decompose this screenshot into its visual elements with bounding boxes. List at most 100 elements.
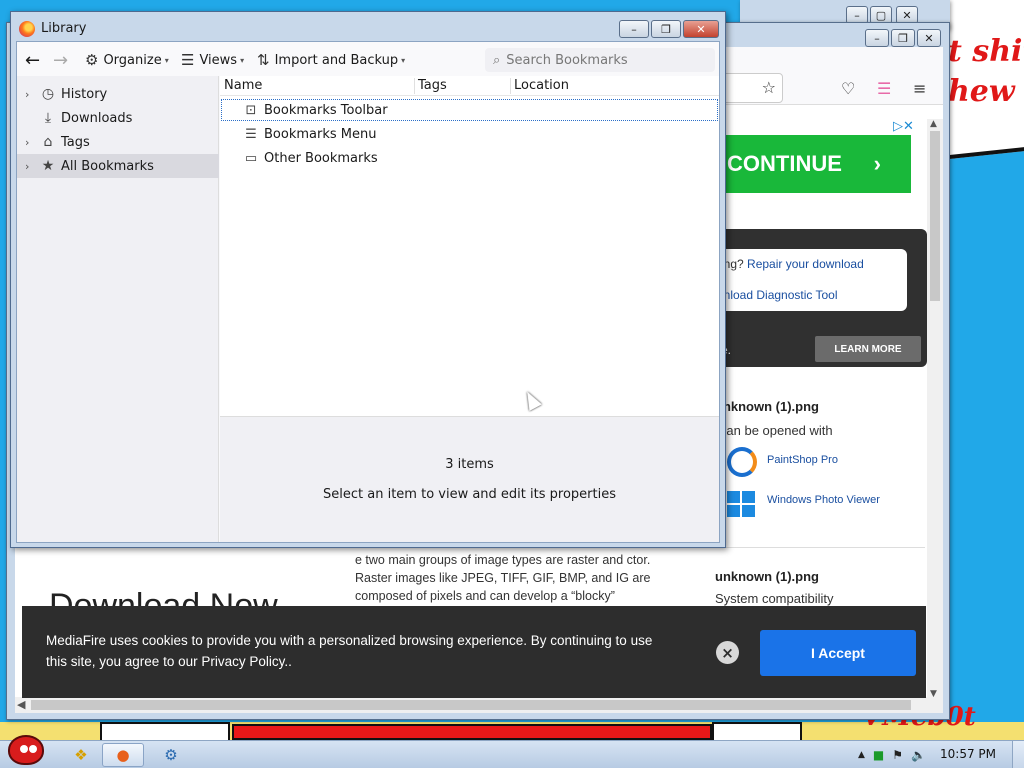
sidebar-item-all-bookmarks[interactable]: › ★ All Bookmarks [17, 154, 219, 178]
sidebar-item-label: Downloads [61, 110, 133, 126]
tree-row-other-bookmarks[interactable]: ▭ Other Bookmarks [220, 146, 719, 170]
chevron-right-icon[interactable]: › [25, 160, 39, 173]
wallpaper-text-line1: t shit [948, 34, 1024, 69]
back-button[interactable]: ← [25, 49, 40, 71]
folder-icon: ▭ [244, 150, 258, 166]
tag-icon: ⌂ [43, 134, 53, 150]
arrow-left-icon: ← [25, 49, 41, 71]
sidebar-item-history[interactable]: › ◷ History [17, 82, 219, 106]
ad-line-1: king? Repair your download [715, 257, 864, 271]
system-compatibility-label: System compatibility [715, 591, 834, 606]
clock[interactable]: 10:57 PM [940, 747, 996, 761]
article-text: e two main groups of image types are ras… [355, 553, 651, 603]
learn-more-button[interactable]: LEARN MORE [815, 336, 921, 362]
window-title: Library [41, 21, 87, 36]
tree-row-bookmarks-menu[interactable]: ☰ Bookmarks Menu [220, 122, 719, 146]
sidebar-item-tags[interactable]: › ⌂ Tags [17, 130, 219, 154]
show-desktop-button[interactable] [1012, 741, 1024, 768]
star-icon: ★ [41, 158, 55, 174]
accept-button[interactable]: I Accept [760, 630, 916, 676]
app-icon: ⚙ [164, 746, 178, 764]
extension-icon[interactable]: ☰ [877, 79, 891, 98]
import-backup-menu[interactable]: ⇅ Import and Backup ▾ [257, 49, 405, 71]
horizontal-scrollbar[interactable]: ◀ [15, 697, 943, 713]
repair-download-link[interactable]: Repair your download [747, 257, 864, 271]
tree-row-bookmarks-toolbar[interactable]: ⊡ Bookmarks Toolbar [220, 98, 719, 122]
action-center-icon[interactable]: ⚑ [892, 748, 903, 762]
windows-photo-viewer-icon [727, 491, 755, 517]
row-label: Bookmarks Menu [264, 126, 377, 142]
chevron-right-icon[interactable]: › [25, 136, 39, 149]
chevron-right-icon[interactable]: › [25, 88, 39, 101]
continue-ad-button[interactable]: CONTINUE › [715, 135, 911, 193]
diagnostic-tool-link[interactable]: wnload Diagnostic Tool [715, 288, 838, 302]
folder-icon: ❖ [74, 746, 88, 764]
column-name[interactable]: Name [224, 78, 262, 93]
restore-button[interactable]: ❐ [891, 29, 915, 47]
list-icon: ☰ [181, 51, 195, 69]
adchoices-icon[interactable]: ▷✕ [893, 119, 914, 134]
menu-icon[interactable]: ≡ [913, 79, 926, 98]
forward-button[interactable]: → [53, 49, 68, 71]
close-button[interactable]: ✕ [683, 20, 719, 38]
import-export-icon: ⇅ [257, 51, 270, 69]
close-button[interactable]: ✕ [917, 29, 941, 47]
column-divider[interactable] [510, 78, 511, 94]
close-icon[interactable]: × [716, 641, 739, 664]
continue-label: CONTINUE [727, 151, 842, 176]
sidebar-item-label: Tags [61, 134, 90, 150]
minimize-button[interactable]: – [865, 29, 889, 47]
wallpaper-strip-panel [712, 722, 802, 740]
column-tags[interactable]: Tags [418, 78, 447, 93]
scrollbar-thumb[interactable] [31, 700, 911, 710]
scroll-left-icon[interactable]: ◀ [17, 698, 25, 711]
vertical-scrollbar[interactable]: ▲ ▼ [927, 119, 943, 699]
taskbar: ❖ ● ⚙ ▲ ■ ⚑ 🔈 10:57 PM [0, 735, 1024, 768]
chevron-up-icon[interactable]: ▲ [858, 750, 865, 760]
chevron-down-icon: ▾ [240, 55, 245, 65]
views-menu[interactable]: ☰ Views ▾ [181, 49, 244, 71]
library-sidebar: › ◷ History ⤓ Downloads › ⌂ Tags › ★ All… [17, 76, 219, 542]
library-window: Library – ❐ ✕ ← → ⚙ Organize ▾ ☰ Views ▾… [10, 11, 726, 548]
cookie-message: MediaFire uses cookies to provide you wi… [46, 633, 653, 669]
details-hint: Select an item to view and edit its prop… [323, 487, 616, 502]
search-input[interactable] [506, 52, 697, 68]
opened-with-label: Can be opened with [717, 423, 833, 438]
tree-header: Name Tags Location [220, 76, 719, 96]
clock-icon: ◷ [41, 86, 55, 102]
start-button[interactable] [4, 729, 50, 768]
import-backup-label: Import and Backup [274, 52, 399, 68]
minimize-button[interactable]: – [619, 20, 649, 38]
wallpaper-text-line2: hew [948, 74, 1015, 109]
row-label: Other Bookmarks [264, 150, 378, 166]
windows-photo-viewer-link[interactable]: Windows Photo Viewer [767, 494, 880, 506]
paintshop-pro-link[interactable]: PaintShop Pro [767, 454, 838, 466]
volume-icon[interactable]: 🔈 [911, 748, 926, 762]
taskbar-explorer-button[interactable]: ❖ [60, 743, 102, 767]
column-location[interactable]: Location [514, 78, 569, 93]
download-icon: ⤓ [44, 110, 52, 126]
bookmarks-tree: Name Tags Location ⊡ Bookmarks Toolbar ☰… [220, 76, 719, 416]
sidebar-item-downloads[interactable]: ⤓ Downloads [17, 106, 219, 130]
cookie-banner: MediaFire uses cookies to provide you wi… [22, 606, 926, 698]
library-toolbar: ← → ⚙ Organize ▾ ☰ Views ▾ ⇅ Import and … [17, 42, 719, 76]
network-icon[interactable]: ■ [873, 748, 884, 762]
wallpaper-strip-panel [232, 724, 712, 740]
column-divider[interactable] [414, 78, 415, 94]
pocket-icon[interactable]: ♡ [841, 79, 855, 98]
bookmark-star-icon[interactable]: ☆ [762, 78, 776, 97]
organize-label: Organize [103, 52, 162, 68]
chevron-down-icon: ▾ [164, 55, 169, 65]
organize-menu[interactable]: ⚙ Organize ▾ [85, 49, 169, 71]
scroll-up-icon[interactable]: ▲ [930, 119, 937, 129]
scrollbar-thumb[interactable] [930, 131, 940, 301]
sidebar-item-label: All Bookmarks [61, 158, 154, 174]
search-bookmarks-box[interactable]: ⌕ [485, 48, 715, 72]
sidebar-item-label: History [61, 86, 108, 102]
system-tray: ▲ ■ ⚑ 🔈 [858, 741, 926, 768]
restore-button[interactable]: ❐ [651, 20, 681, 38]
library-client: ← → ⚙ Organize ▾ ☰ Views ▾ ⇅ Import and … [16, 41, 720, 543]
firefox-icon: ● [116, 746, 130, 764]
taskbar-firefox-button[interactable]: ● [102, 743, 144, 767]
taskbar-app-button[interactable]: ⚙ [150, 743, 192, 767]
